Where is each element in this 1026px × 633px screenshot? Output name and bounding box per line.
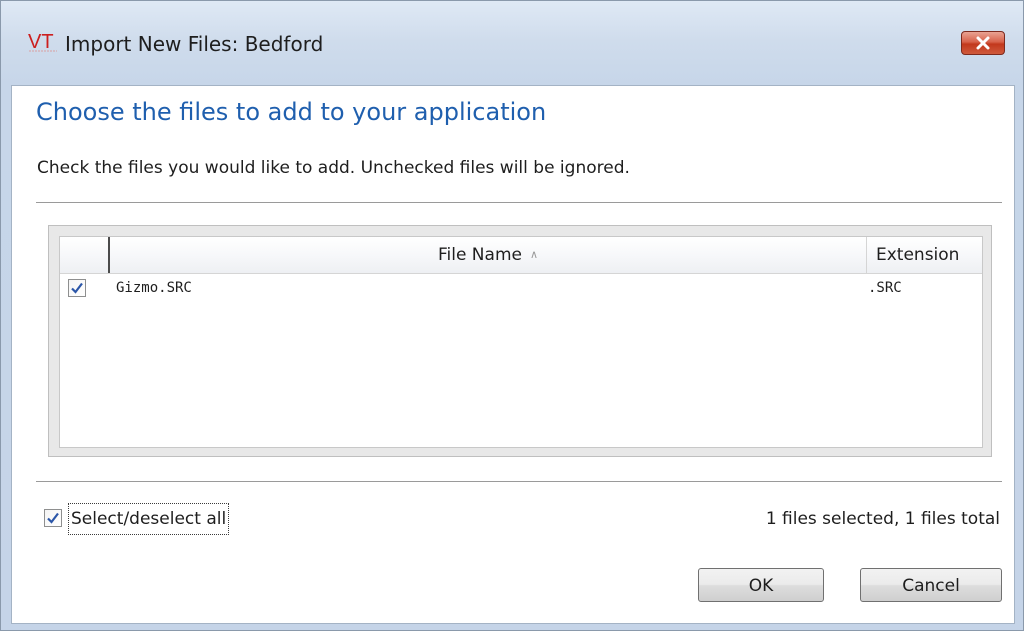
file-list-frame: File Name ∧ Extension Gizmo.SRC .SRC <box>48 225 992 457</box>
table-row[interactable]: Gizmo.SRC .SRC <box>60 277 982 301</box>
extension-cell: .SRC <box>868 280 902 296</box>
ok-button[interactable]: OK <box>698 568 824 602</box>
title-bar[interactable]: VT Import New Files: Bedford <box>1 1 1023 85</box>
column-header-file-name[interactable]: File Name ∧ <box>110 237 867 273</box>
column-header-check[interactable] <box>60 237 110 273</box>
column-header-file-name-label: File Name <box>437 245 522 265</box>
instruction-text: Check the files you would like to add. U… <box>37 158 630 178</box>
dialog-body: Choose the files to add to your applicat… <box>11 85 1015 624</box>
select-all-label[interactable]: Select/deselect all <box>68 503 230 535</box>
checkmark-icon <box>71 282 83 294</box>
file-list[interactable]: File Name ∧ Extension Gizmo.SRC .SRC <box>59 236 983 448</box>
dialog-heading: Choose the files to add to your applicat… <box>36 98 547 126</box>
close-button[interactable] <box>961 31 1005 55</box>
sort-ascending-icon: ∧ <box>529 248 539 261</box>
window-title: Import New Files: Bedford <box>65 32 324 56</box>
file-name-cell: Gizmo.SRC <box>116 280 192 296</box>
row-checkbox[interactable] <box>68 279 86 297</box>
cancel-button[interactable]: Cancel <box>860 568 1002 602</box>
vt-logo-icon: VT <box>28 31 57 53</box>
selection-status: 1 files selected, 1 files total <box>765 509 1000 529</box>
list-header: File Name ∧ Extension <box>60 237 982 274</box>
checkmark-icon <box>47 512 59 524</box>
close-icon <box>976 36 990 50</box>
vt-logo-text: VT <box>28 31 54 53</box>
import-files-dialog: VT Import New Files: Bedford Choose the … <box>0 0 1024 631</box>
bottom-divider <box>36 481 1002 482</box>
select-all-checkbox[interactable] <box>44 509 62 527</box>
top-divider <box>36 202 1002 203</box>
column-header-extension[interactable]: Extension <box>868 237 984 273</box>
